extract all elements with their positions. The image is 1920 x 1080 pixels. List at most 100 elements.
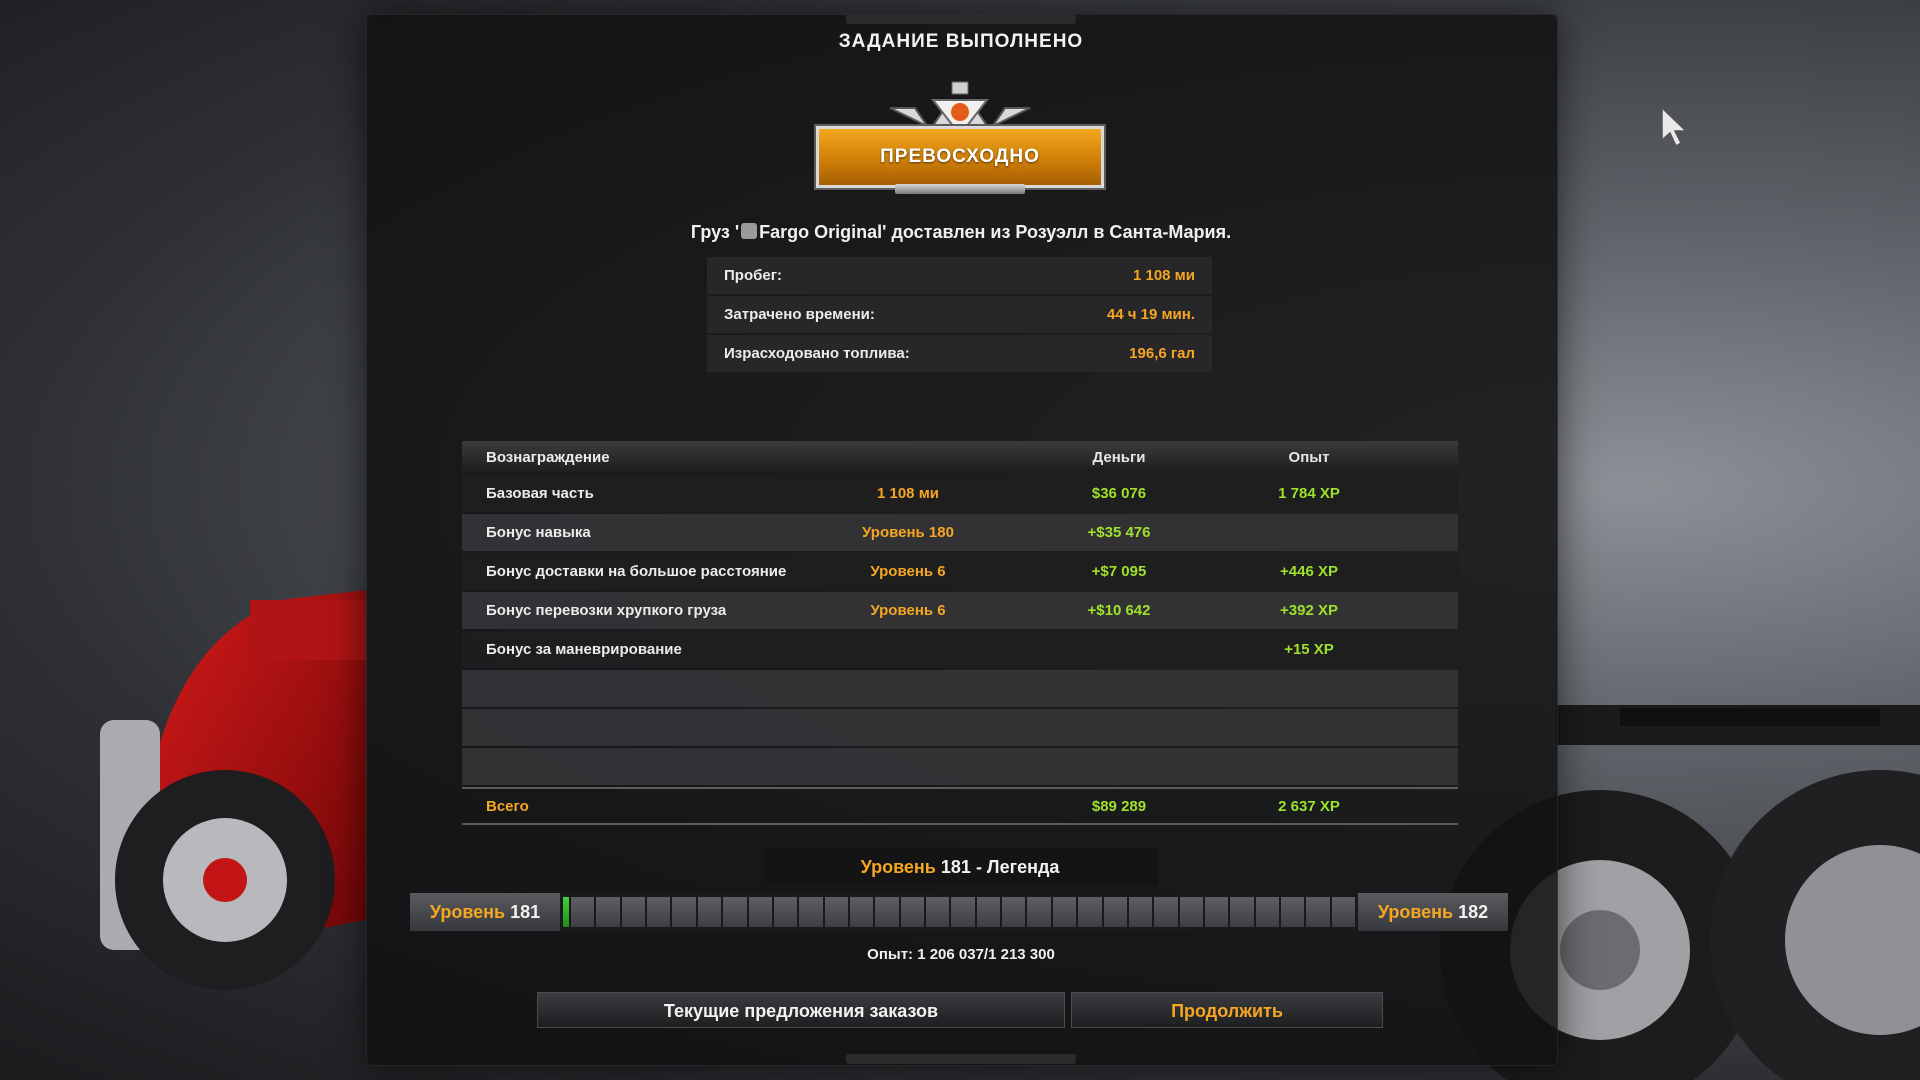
level-start-label: Уровень 181 (410, 893, 560, 931)
progress-segment (976, 897, 1001, 927)
level-number: 181 (940, 857, 971, 877)
progress-segment (697, 897, 722, 927)
progress-segment (951, 897, 975, 927)
stat-time: Затрачено времени: 44 ч 19 мин. (707, 296, 1212, 333)
continue-button[interactable]: Продолжить (1071, 992, 1383, 1028)
reward-money: +$10 642 (1087, 602, 1151, 619)
progress-segment (849, 897, 874, 927)
progress-segment (1103, 897, 1127, 927)
current-level-title: Уровень 181 - Легенда (762, 848, 1158, 886)
panel-bottom-handle (846, 1054, 1076, 1064)
progress-segment (824, 897, 848, 927)
rewards-table: Вознаграждение Деньги Опыт Базовая часть… (462, 441, 1458, 825)
reward-xp: +446 XP (1280, 563, 1338, 580)
reward-name: Бонус навыка (486, 524, 591, 541)
progress-segment (1154, 897, 1178, 927)
stat-value: 196,6 гал (1129, 345, 1195, 362)
window-title: ЗАДАНИЕ ВЫПОЛНЕНО (838, 31, 1084, 52)
cargo-suffix: ' доставлен из Розуэлл в Санта-Мария. (882, 222, 1232, 242)
progress-segment (1331, 897, 1356, 927)
reward-name: Бонус доставки на большое расстояние (486, 563, 787, 580)
progress-segment (1078, 897, 1102, 927)
rating-badge: ПРЕВОСХОДНО (814, 124, 1106, 190)
progress-segment (748, 897, 772, 927)
table-row: Базовая часть 1 108 ми $36 076 1 784 XP (462, 475, 1458, 512)
stat-value: 1 108 ми (1132, 267, 1195, 284)
total-money: $89 289 (1091, 797, 1147, 815)
header-money: Деньги (1092, 448, 1146, 466)
progress-segment (1230, 897, 1254, 927)
progress-segment (1052, 897, 1077, 927)
reward-extra: 1 108 ми (876, 485, 940, 502)
reward-xp: +15 XP (1284, 641, 1334, 658)
progress-segment (900, 897, 925, 927)
level-rank: - Легенда (970, 857, 1060, 877)
trip-stats: Пробег: 1 108 ми Затрачено времени: 44 ч… (707, 257, 1212, 374)
reward-xp: 1 784 XP (1278, 485, 1340, 502)
table-row: Бонус доставки на большое расстояние Уро… (462, 553, 1458, 590)
progress-fill (563, 897, 569, 927)
table-row: Бонус навыка Уровень 180 +$35 476 (462, 514, 1458, 551)
progress-segment (1002, 897, 1026, 927)
stat-label: Затрачено времени: (724, 306, 875, 323)
stat-label: Пробег: (724, 267, 782, 284)
cargo-prefix: Груз ' (690, 222, 740, 242)
reward-extra: Уровень 6 (870, 563, 946, 580)
reward-money: +$7 095 (1091, 563, 1147, 580)
table-row: Бонус за маневрирование +15 XP (462, 631, 1458, 668)
stat-label: Израсходовано топлива: (724, 345, 910, 362)
table-row-empty (462, 709, 1458, 746)
rewards-total-row: Всего $89 289 2 637 XP (462, 787, 1458, 825)
total-xp: 2 637 XP (1278, 797, 1340, 815)
progress-segment (1255, 897, 1280, 927)
progress-segment (1128, 897, 1153, 927)
reward-xp: +392 XP (1280, 602, 1338, 619)
progress-segment (773, 897, 798, 927)
level-end-number: 182 (1458, 902, 1489, 922)
level-progress-bar: Уровень 181 Уровень 182 (410, 893, 1508, 931)
level-word: Уровень (860, 857, 936, 877)
panel-top-handle (846, 14, 1076, 24)
cargo-icon (741, 223, 758, 239)
cargo-name: Fargo Original (759, 222, 883, 242)
experience-counter: Опыт: 1 206 037/1 213 300 (867, 946, 1055, 963)
level-end-label: Уровень 182 (1358, 893, 1508, 931)
table-row-empty (462, 670, 1458, 707)
progress-segment (596, 897, 620, 927)
progress-segment (647, 897, 671, 927)
level-start-number: 181 (510, 902, 541, 922)
rating-badge-base (895, 184, 1025, 194)
reward-money: +$35 476 (1087, 524, 1151, 541)
table-row-empty (462, 748, 1458, 785)
table-row: Бонус перевозки хрупкого груза Уровень 6… (462, 592, 1458, 629)
progress-segment (799, 897, 823, 927)
header-reward: Вознаграждение (486, 448, 610, 466)
reward-extra: Уровень 6 (870, 602, 946, 619)
level-start-word: Уровень (429, 902, 506, 922)
reward-extra: Уровень 180 (862, 524, 954, 541)
progress-segment (1281, 897, 1305, 927)
progress-segment (1179, 897, 1203, 927)
reward-name: Бонус за маневрирование (486, 641, 682, 658)
progress-segment (926, 897, 950, 927)
progress-segment (571, 897, 595, 927)
reward-name: Бонус перевозки хрупкого груза (486, 602, 727, 619)
progress-segment (875, 897, 899, 927)
stat-value: 44 ч 19 мин. (1106, 306, 1195, 323)
reward-name: Базовая часть (486, 485, 594, 502)
progress-segment (1204, 897, 1229, 927)
progress-segment (672, 897, 696, 927)
current-offers-button[interactable]: Текущие предложения заказов (537, 992, 1065, 1028)
header-xp: Опыт (1288, 448, 1330, 466)
stat-fuel: Израсходовано топлива: 196,6 гал (707, 335, 1212, 372)
progress-segment (1306, 897, 1330, 927)
level-end-word: Уровень (1377, 902, 1454, 922)
cargo-delivery-summary: Груз ' Fargo Original' доставлен из Розуэ… (366, 222, 1556, 243)
progress-segments (560, 893, 1358, 931)
rewards-header: Вознаграждение Деньги Опыт (462, 441, 1458, 473)
progress-segment (621, 897, 646, 927)
progress-segment (723, 897, 747, 927)
reward-money: $36 076 (1091, 485, 1147, 502)
mouse-cursor-icon (1661, 106, 1688, 148)
total-label: Всего (486, 797, 529, 815)
